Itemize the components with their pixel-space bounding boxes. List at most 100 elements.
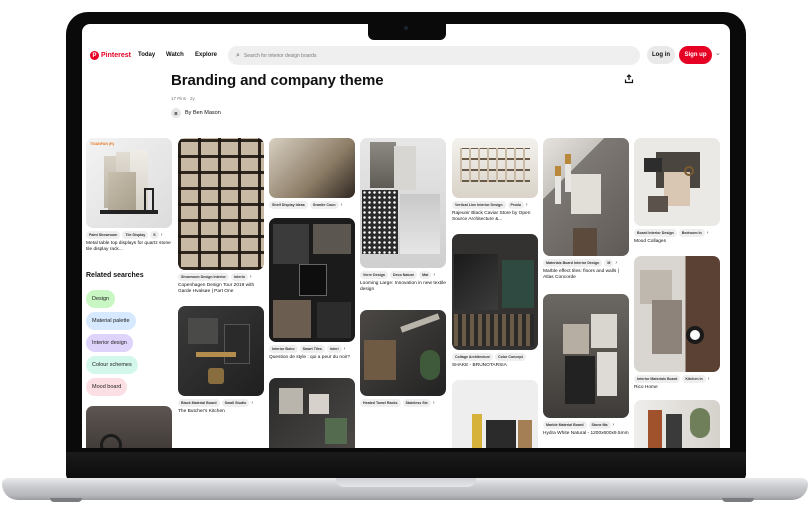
- pin-chip[interactable]: Granite Coun: [309, 201, 339, 209]
- pin-chip[interactable]: Stainless Ste: [402, 399, 431, 407]
- pin-chip[interactable]: M: [604, 259, 614, 267]
- pin-card[interactable]: Heated Towel Racks Stainless Ste ›: [360, 310, 446, 407]
- pin-chip[interactable]: Deco Nature: [389, 271, 418, 279]
- pin-card[interactable]: Black Material Board Small Studio › The …: [178, 306, 264, 415]
- pin-chip[interactable]: Interio: [230, 273, 248, 281]
- search-input[interactable]: [243, 52, 624, 59]
- board-owner[interactable]: B By Ben Mason: [171, 108, 221, 118]
- related-search-material-palette[interactable]: Material palette: [86, 312, 136, 330]
- chevron-down-icon[interactable]: ⌄: [715, 49, 721, 57]
- chevron-right-icon[interactable]: ›: [708, 376, 710, 382]
- pin-card[interactable]: Vertical Line Interior Design Produ › Ra…: [452, 138, 538, 223]
- pin-card[interactable]: Shelf Display Ideas Granite Coun ›: [269, 138, 355, 209]
- pin-image[interactable]: [452, 380, 538, 448]
- share-icon[interactable]: [624, 74, 634, 84]
- pin-chip[interactable]: Small Studio: [221, 399, 250, 407]
- pin-card[interactable]: Interior Materials Board Kitchen In › Ri…: [634, 256, 720, 391]
- pin-chip[interactable]: Marble Material Board: [543, 421, 587, 429]
- pin-title[interactable]: Rajeunir Black Caviar Store by Open Sour…: [452, 211, 538, 223]
- search-bar[interactable]: ⌕: [228, 46, 640, 65]
- pin-card[interactable]: Interior Boho Smart Tiles Interi › Quest…: [269, 218, 355, 361]
- pin-image[interactable]: [178, 138, 264, 270]
- chevron-right-icon[interactable]: ›: [707, 230, 709, 236]
- pin-title[interactable]: Looming Large: Innovation in new textile…: [360, 281, 446, 293]
- pin-card[interactable]: [86, 406, 172, 448]
- chevron-right-icon[interactable]: ›: [344, 346, 346, 352]
- pin-image[interactable]: [178, 306, 264, 396]
- pin-chip[interactable]: Stone Ma: [588, 421, 611, 429]
- pinterest-logo[interactable]: P Pinterest: [90, 51, 131, 60]
- pin-chip[interactable]: Tile Display: [122, 231, 149, 239]
- pin-title[interactable]: Mood Collages: [634, 239, 720, 245]
- pin-title[interactable]: The Butcher's Kitchen: [178, 409, 264, 415]
- pin-chip[interactable]: Smart Tiles: [299, 345, 325, 353]
- chevron-right-icon[interactable]: ›: [250, 274, 252, 280]
- chevron-right-icon[interactable]: ›: [341, 202, 343, 208]
- pin-image[interactable]: [360, 310, 446, 396]
- chevron-right-icon[interactable]: ›: [615, 260, 617, 266]
- chevron-right-icon[interactable]: ›: [613, 422, 615, 428]
- pin-image[interactable]: TSIANFAN (R): [86, 138, 172, 228]
- pin-image[interactable]: [634, 256, 720, 372]
- pin-chip[interactable]: Bedroom In: [678, 229, 705, 237]
- nav-explore[interactable]: Explore: [195, 52, 217, 58]
- pin-chip[interactable]: Mat: [419, 271, 432, 279]
- related-search-colour-schemes[interactable]: Colour schemes: [86, 356, 138, 374]
- pin-image[interactable]: [543, 138, 629, 256]
- pin-card[interactable]: Marble Material Board Stone Ma › Hydra W…: [543, 294, 629, 437]
- chevron-right-icon[interactable]: ›: [161, 232, 163, 238]
- pin-image[interactable]: [269, 378, 355, 448]
- chevron-right-icon[interactable]: ›: [433, 400, 435, 406]
- pin-image[interactable]: [269, 218, 355, 342]
- pin-chip[interactable]: Board Interior Design: [634, 229, 677, 237]
- pin-card[interactable]: Verre Design Deco Nature Mat › Looming L…: [360, 138, 446, 293]
- pin-chip[interactable]: Black Material Board: [178, 399, 220, 407]
- chevron-right-icon[interactable]: ›: [526, 202, 528, 208]
- pin-card[interactable]: Collage Architecture Color Concept SHAKE…: [452, 234, 538, 369]
- nav-today[interactable]: Today: [138, 52, 155, 58]
- pin-chip[interactable]: Vertical Line Interior Design: [452, 201, 506, 209]
- pin-image[interactable]: [543, 294, 629, 418]
- pin-chip[interactable]: Materials Board Interior Design: [543, 259, 603, 267]
- pin-chip[interactable]: Interior Boho: [269, 345, 298, 353]
- pin-chip[interactable]: Showroom Design Interior: [178, 273, 229, 281]
- pin-card[interactable]: [269, 378, 355, 448]
- related-search-design[interactable]: Design: [86, 290, 116, 308]
- pin-image[interactable]: [634, 400, 720, 448]
- pin-title[interactable]: Metal table top displays for quartz ston…: [86, 241, 172, 253]
- nav-watch[interactable]: Watch: [166, 52, 184, 58]
- pin-image[interactable]: [452, 234, 538, 350]
- pin-chip[interactable]: Collage Architecture: [452, 353, 494, 361]
- pin-title[interactable]: Hydra White Natural - 1200x600x9.5mm: [543, 431, 629, 437]
- pin-image[interactable]: [360, 138, 446, 268]
- pin-chip[interactable]: Interior Materials Board: [634, 375, 681, 383]
- chevron-right-icon[interactable]: ›: [251, 400, 253, 406]
- pin-title[interactable]: Rico Home: [634, 385, 720, 391]
- pin-chip[interactable]: Interi: [326, 345, 342, 353]
- pin-chip[interactable]: Paint Showroom: [86, 231, 121, 239]
- pin-chip[interactable]: Kitchen In: [682, 375, 706, 383]
- related-search-mood-board[interactable]: Mood board: [86, 378, 128, 396]
- pin-title[interactable]: Marble effect tiles: floors and walls | …: [543, 269, 629, 281]
- pin-chip[interactable]: S: [150, 231, 159, 239]
- owner-name[interactable]: By Ben Mason: [185, 110, 221, 116]
- signup-button[interactable]: Sign up: [679, 46, 712, 64]
- pin-chip[interactable]: Shelf Display Ideas: [269, 201, 308, 209]
- pin-card[interactable]: Board Interior Design Bedroom In › Mood …: [634, 138, 720, 245]
- pin-chip[interactable]: Heated Towel Racks: [360, 399, 401, 407]
- pin-image[interactable]: [86, 406, 172, 448]
- login-button[interactable]: Log in: [647, 46, 675, 64]
- pin-card[interactable]: Materials Board Interior Design M › Marb…: [543, 138, 629, 281]
- pin-card[interactable]: Showroom Design Interior Interio › Copen…: [178, 138, 264, 295]
- pin-title[interactable]: Question de style : qui a peur du noir?: [269, 355, 355, 361]
- chevron-right-icon[interactable]: ›: [433, 272, 435, 278]
- avatar[interactable]: B: [171, 108, 181, 118]
- pin-image[interactable]: [452, 138, 538, 198]
- pin-title[interactable]: Copenhagen Design Tour 2019 with Garde H…: [178, 283, 264, 295]
- pin-chip[interactable]: Verre Design: [360, 271, 388, 279]
- pin-chip[interactable]: Produ: [507, 201, 524, 209]
- pin-card[interactable]: [452, 380, 538, 448]
- pin-title[interactable]: SHAKE - BRUNOTARSIA: [452, 363, 538, 369]
- pin-image[interactable]: [634, 138, 720, 226]
- pin-card[interactable]: TSIANFAN (R) Paint Showroom Tile Display…: [86, 138, 172, 253]
